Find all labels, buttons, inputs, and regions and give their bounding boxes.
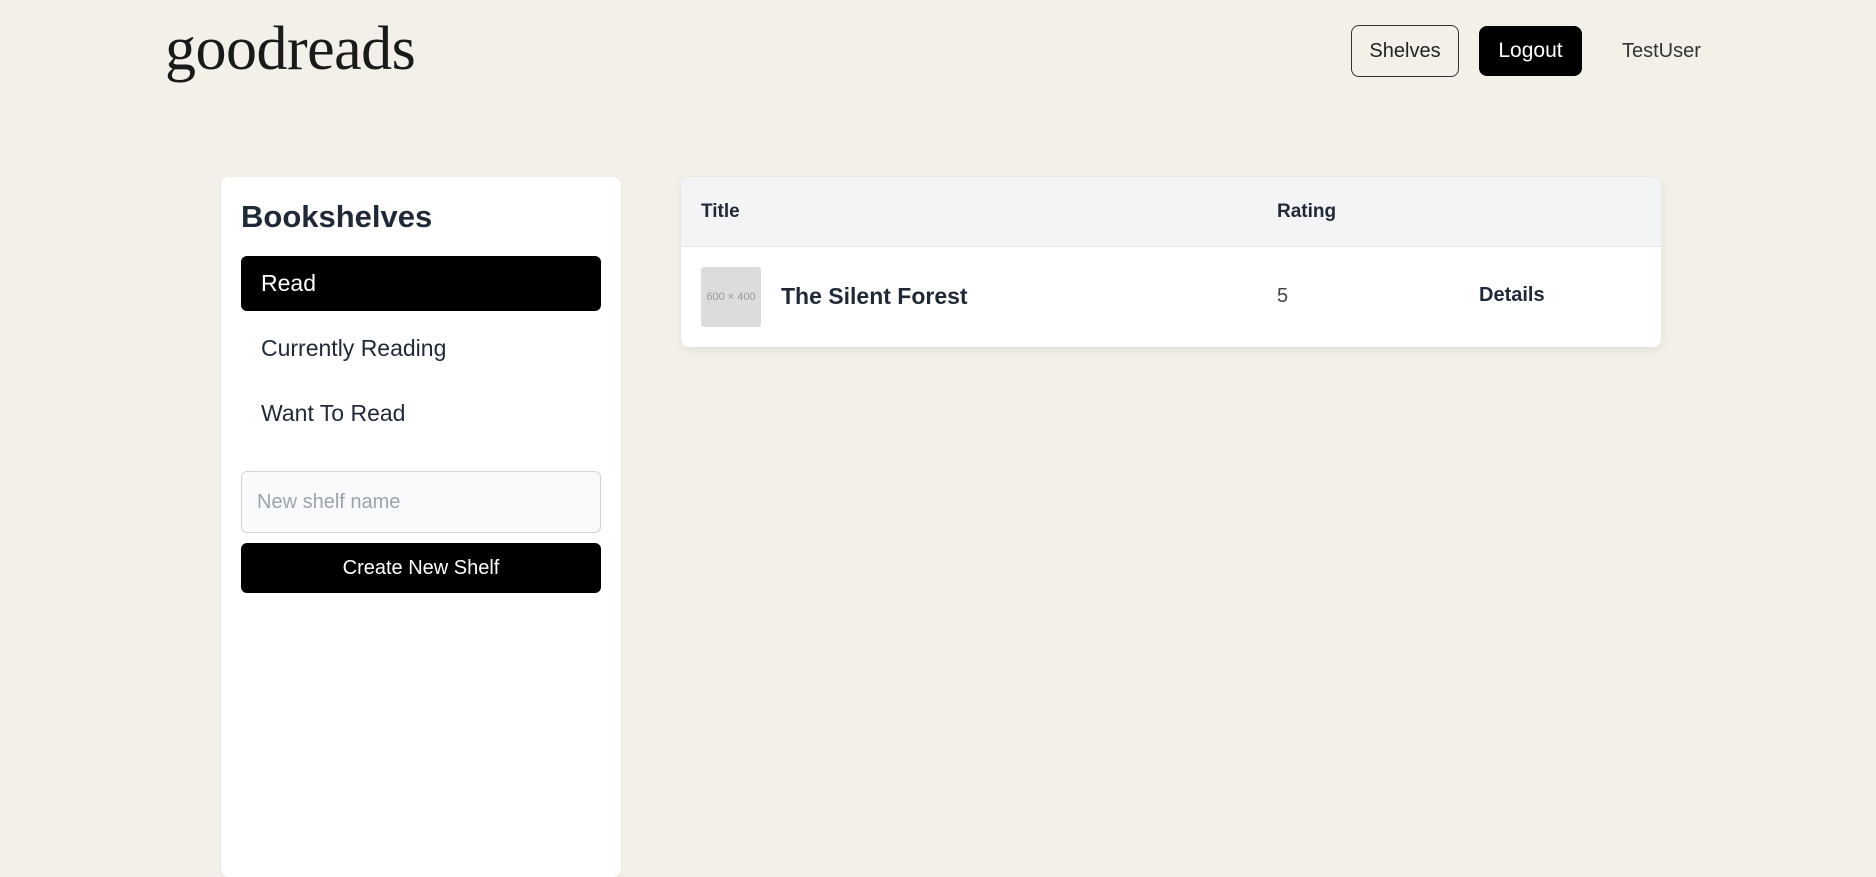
username-label[interactable]: TestUser — [1622, 40, 1701, 63]
site-logo[interactable]: goodreads — [165, 14, 416, 85]
shelves-button[interactable]: Shelves — [1351, 25, 1459, 77]
table-row: 600 × 400 The Silent Forest 5 Details — [681, 247, 1661, 347]
bookshelves-sidebar: Bookshelves Read Currently Reading Want … — [221, 177, 621, 877]
details-link[interactable]: Details — [1479, 284, 1545, 307]
create-new-shelf-button[interactable]: Create New Shelf — [241, 543, 601, 593]
book-cover-placeholder: 600 × 400 — [701, 267, 761, 327]
books-table: Title Rating 600 × 400 The Silent Forest… — [681, 177, 1661, 347]
book-rating: 5 — [1277, 285, 1289, 307]
new-shelf-name-input[interactable] — [241, 471, 601, 533]
header: goodreads Shelves Logout TestUser — [0, 0, 1876, 110]
column-header-rating: Rating — [1277, 201, 1337, 222]
logout-button[interactable]: Logout — [1479, 26, 1582, 76]
table-header: Title Rating — [681, 177, 1661, 247]
shelf-item-read[interactable]: Read — [241, 256, 601, 311]
column-header-title: Title — [701, 201, 740, 222]
shelf-item-currently-reading[interactable]: Currently Reading — [241, 321, 601, 376]
shelf-item-want-to-read[interactable]: Want To Read — [241, 386, 601, 441]
sidebar-title: Bookshelves — [241, 199, 433, 234]
book-title[interactable]: The Silent Forest — [781, 283, 968, 310]
